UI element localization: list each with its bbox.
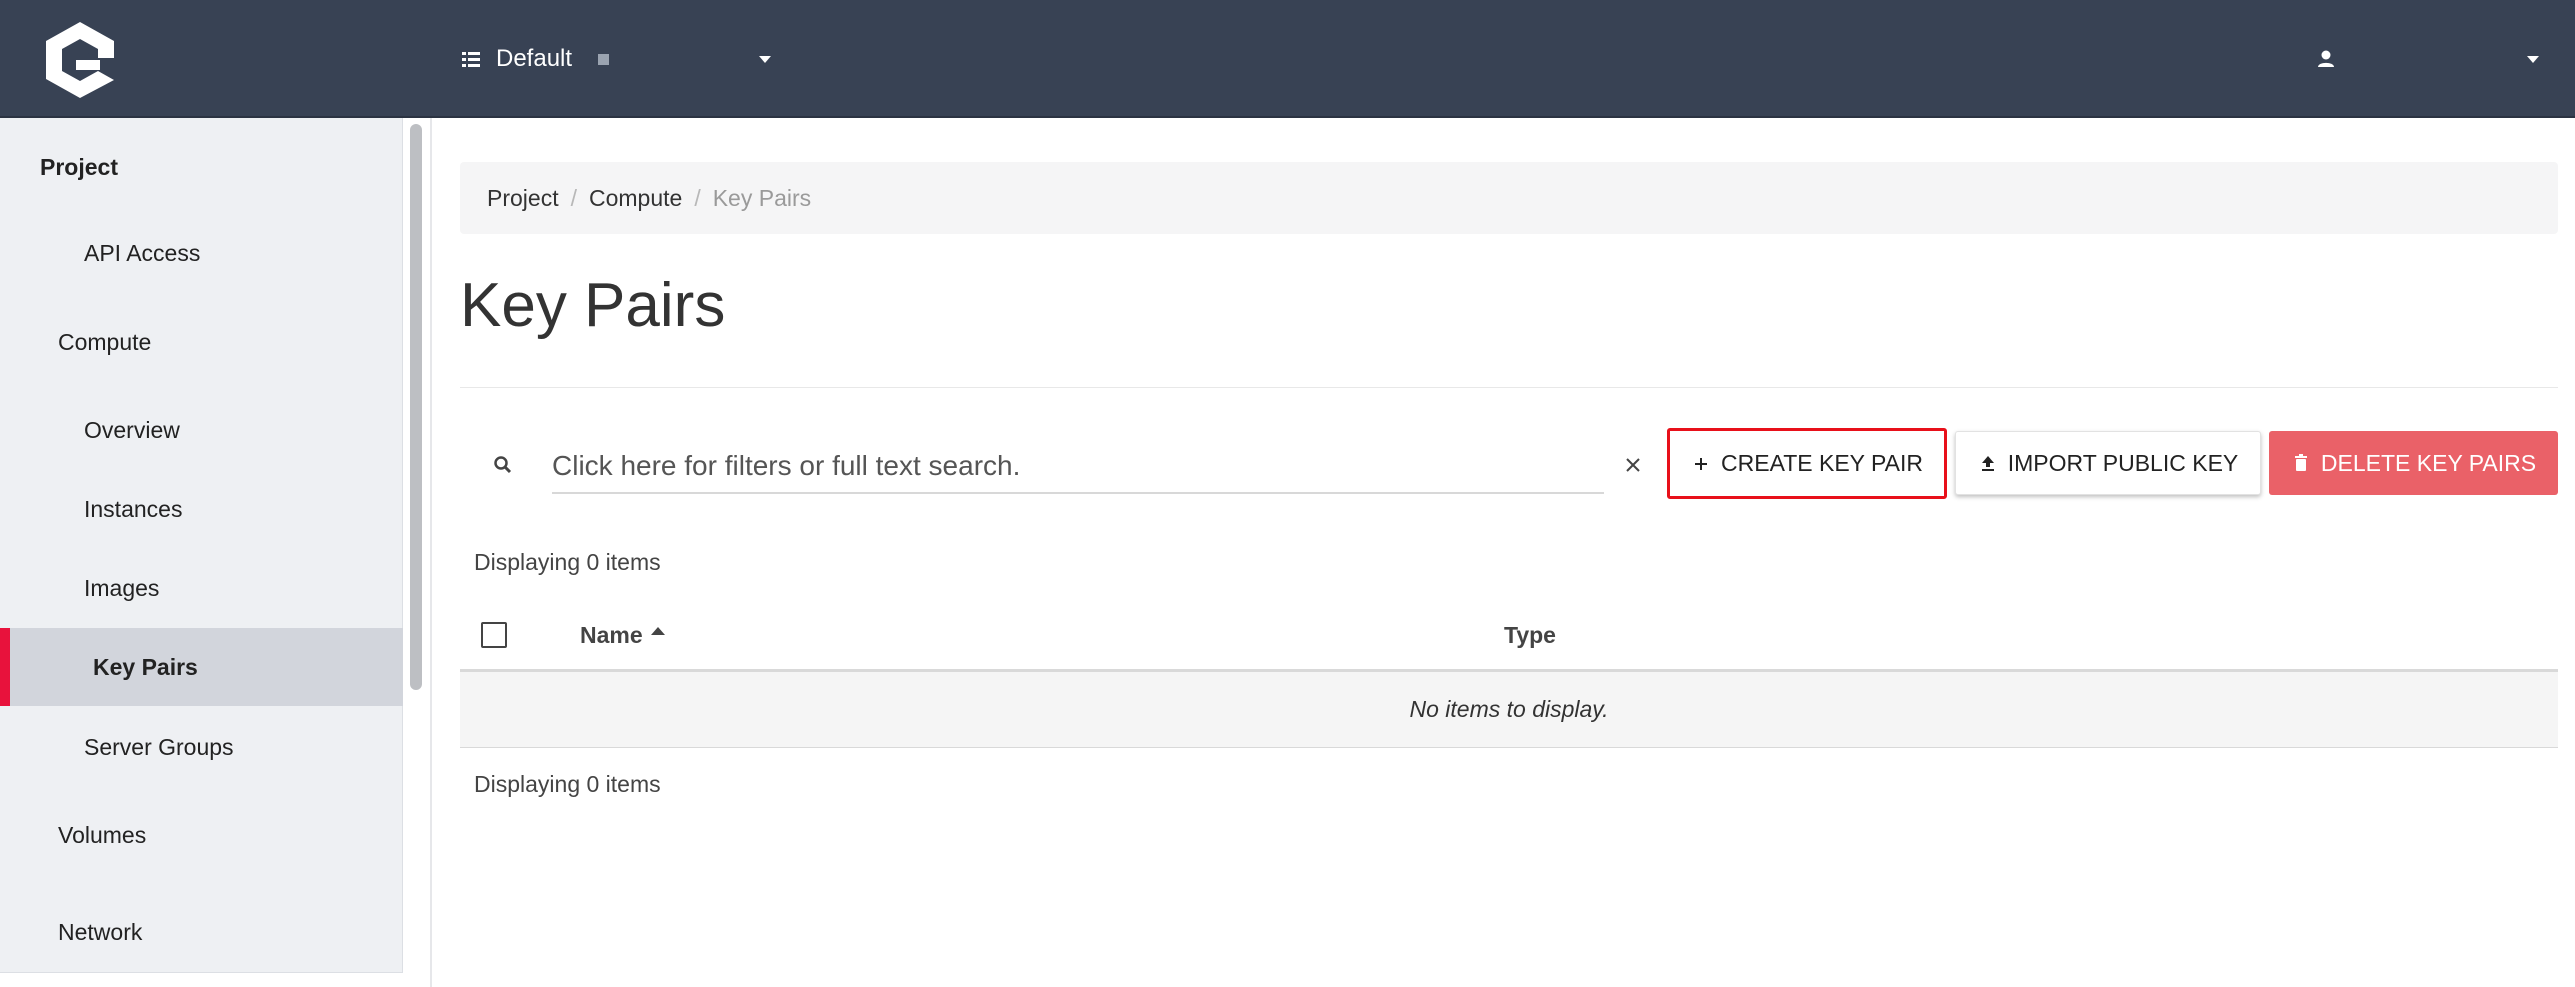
page-title: Key Pairs [460,271,726,340]
close-icon[interactable] [1620,452,1646,478]
breadcrumb-separator: / [694,184,701,211]
sidebar-item-label: Volumes [58,821,147,848]
sort-ascending-icon [650,627,665,635]
sidebar-item-instances[interactable]: Instances [0,470,403,548]
import-public-key-label: IMPORT PUBLIC KEY [2007,449,2239,476]
top-navbar: Default [0,0,2575,118]
sidebar-scrollbar[interactable] [408,122,424,983]
sidebar-item-compute[interactable]: Compute [0,303,403,381]
trash-icon [2294,454,2307,471]
create-key-pair-button[interactable]: CREATE KEY PAIR [1667,428,1947,499]
sidebar-item-images[interactable]: Images [0,549,403,627]
sidebar-item-network[interactable]: Network [0,893,403,971]
sidebar: Project API Access Compute Overview Inst… [0,118,432,987]
sidebar-item-label: Images [84,574,160,601]
column-type-label: Type [1504,621,1556,648]
project-selector[interactable]: Default [460,0,772,118]
breadcrumb-key-pairs: Key Pairs [712,184,812,211]
sidebar-item-label: Key Pairs [93,653,198,680]
breadcrumb-compute[interactable]: Compute [589,185,682,212]
breadcrumb-project[interactable]: Project [487,185,559,212]
sidebar-item-label: Project [40,153,118,180]
display-count-top: Displaying 0 items [474,549,661,575]
table-header: Name Type [460,600,2558,672]
empty-message: No items to display. [1409,696,1609,722]
title-divider [460,387,2558,388]
sidebar-menu: Project API Access Compute Overview Inst… [0,118,403,973]
breadcrumb: Project / Compute / Key Pairs [460,162,2558,234]
display-count-bottom: Displaying 0 items [474,771,661,797]
breadcrumb-separator: / [570,184,577,211]
chevron-down-icon [2527,55,2539,63]
plus-icon [1695,457,1708,470]
sidebar-item-label: Instances [84,495,183,522]
sidebar-item-volumes[interactable]: Volumes [0,796,403,874]
search-icon [494,456,512,474]
sidebar-item-label: Server Groups [84,733,234,760]
sidebar-item-label: API Access [84,239,201,266]
sidebar-item-server-groups[interactable]: Server Groups [0,708,403,786]
import-public-key-button[interactable]: IMPORT PUBLIC KEY [1955,431,2261,495]
logo-icon[interactable] [40,18,120,102]
column-name-label: Name [580,621,643,648]
sidebar-item-label: Compute [58,328,152,355]
chevron-down-icon [759,55,772,63]
list-icon [462,52,480,67]
sidebar-scrollbar-thumb[interactable] [410,124,422,690]
search-input[interactable] [552,440,1604,494]
sidebar-item-api-access[interactable]: API Access [0,214,403,292]
sidebar-item-label: Overview [84,416,180,443]
sidebar-item-project[interactable]: Project [0,128,403,206]
upload-icon [1981,456,1994,471]
create-key-pair-label: CREATE KEY PAIR [1721,450,1923,476]
delete-key-pairs-label: DELETE KEY PAIRS [2320,449,2537,476]
project-name: Default [496,45,573,72]
user-icon [2318,50,2334,67]
table-empty-row: No items to display. [460,672,2558,748]
sidebar-item-key-pairs[interactable]: Key Pairs [0,628,403,706]
column-header-name[interactable]: Name [580,600,665,670]
user-menu[interactable] [2315,0,2539,118]
delete-key-pairs-button[interactable]: DELETE KEY PAIRS [2269,431,2558,495]
sidebar-item-label: Network [58,918,143,945]
project-status-square [598,53,610,65]
select-all-checkbox[interactable] [481,622,507,648]
column-header-type[interactable]: Type [1504,600,1556,670]
sidebar-item-overview[interactable]: Overview [0,391,403,469]
